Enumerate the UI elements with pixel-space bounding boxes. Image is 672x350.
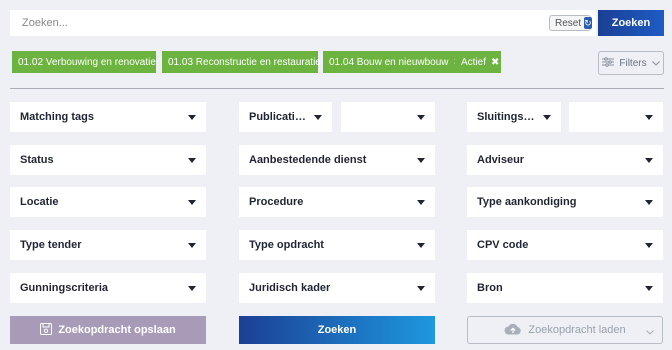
dropdown-adviseur[interactable]: Adviseur <box>467 145 663 175</box>
save-disk-icon <box>40 322 53 338</box>
caret-down-icon <box>188 199 196 205</box>
save-search-label: Zoekopdracht opslaan <box>58 324 176 336</box>
dropdown-gunningscriteria[interactable]: Gunningscriteria <box>10 273 206 303</box>
remove-tag-icon[interactable]: ✖ <box>491 57 499 68</box>
caret-down-icon <box>188 285 196 291</box>
dropdown-procedure[interactable]: Procedure <box>239 187 435 217</box>
caret-down-icon <box>417 114 425 120</box>
dropdown-type-tender[interactable]: Type tender <box>10 230 206 260</box>
dropdown-sluitingsdatum-value[interactable] <box>569 102 663 132</box>
caret-down-icon <box>645 242 653 248</box>
filters-label: Filters <box>619 57 647 69</box>
filter-tag-label: 01.04 Bouw en nieuwbouw <box>329 56 449 68</box>
caret-down-icon <box>188 114 196 120</box>
reset-button[interactable]: Reset ↻ <box>549 15 592 31</box>
caret-down-icon <box>188 157 196 163</box>
filter-tag-label: Actief <box>461 56 487 68</box>
load-search-label: Zoekopdracht laden <box>528 324 626 336</box>
cloud-upload-icon <box>504 323 522 338</box>
filter-tag[interactable]: 01.04 Bouw en nieuwbouw ✖ <box>323 51 462 73</box>
reset-label: Reset <box>555 17 582 29</box>
dropdown-matching-tags[interactable]: Matching tags <box>10 102 206 132</box>
filter-tag-label: 01.03 Reconstructie en restauratie <box>168 56 321 68</box>
filter-tag[interactable]: Actief ✖ <box>455 51 501 73</box>
sliders-icon <box>602 56 615 70</box>
caret-down-icon <box>417 199 425 205</box>
dropdown-publicatiedatum[interactable]: Publicatiedatum <box>239 102 332 132</box>
search-button[interactable]: Zoeken <box>239 316 435 344</box>
dropdown-juridisch-kader[interactable]: Juridisch kader <box>239 273 435 303</box>
filter-tag[interactable]: 01.02 Verbouwing en renovatie ✖ <box>12 51 169 73</box>
search-submit-button[interactable]: Zoeken <box>598 10 664 36</box>
dropdown-sluitingsdatum[interactable]: Sluitingsdatum <box>467 102 561 132</box>
dropdown-bron[interactable]: Bron <box>467 273 663 303</box>
load-search-button[interactable]: Zoekopdracht laden <box>467 316 663 344</box>
caret-down-icon <box>645 114 653 120</box>
dropdown-type-opdracht[interactable]: Type opdracht <box>239 230 435 260</box>
caret-down-icon <box>314 114 322 120</box>
caret-down-icon <box>417 157 425 163</box>
caret-down-icon <box>645 157 653 163</box>
caret-down-icon <box>417 242 425 248</box>
filter-tag[interactable]: 01.03 Reconstructie en restauratie ✖ <box>162 51 334 73</box>
dropdown-publicatiedatum-value[interactable] <box>341 102 435 132</box>
caret-down-icon <box>645 285 653 291</box>
dropdown-locatie[interactable]: Locatie <box>10 187 206 217</box>
filter-tag-label: 01.02 Verbouwing en renovatie <box>18 56 156 68</box>
search-input[interactable] <box>10 10 596 36</box>
divider <box>10 88 664 89</box>
save-search-button[interactable]: Zoekopdracht opslaan <box>10 316 206 344</box>
dropdown-aanbestedende-dienst[interactable]: Aanbestedende dienst <box>239 145 435 175</box>
refresh-icon: ↻ <box>584 17 592 29</box>
dropdown-type-aankondiging[interactable]: Type aankondiging <box>467 187 663 217</box>
dropdown-status[interactable]: Status <box>10 145 206 175</box>
dropdown-cpv-code[interactable]: CPV code <box>467 230 663 260</box>
caret-down-icon <box>188 242 196 248</box>
caret-down-icon <box>645 199 653 205</box>
caret-down-icon <box>417 285 425 291</box>
filters-toggle-button[interactable]: Filters <box>598 51 664 75</box>
caret-down-icon <box>543 114 551 120</box>
chevron-down-icon <box>651 58 660 69</box>
chevron-down-icon <box>646 326 654 338</box>
